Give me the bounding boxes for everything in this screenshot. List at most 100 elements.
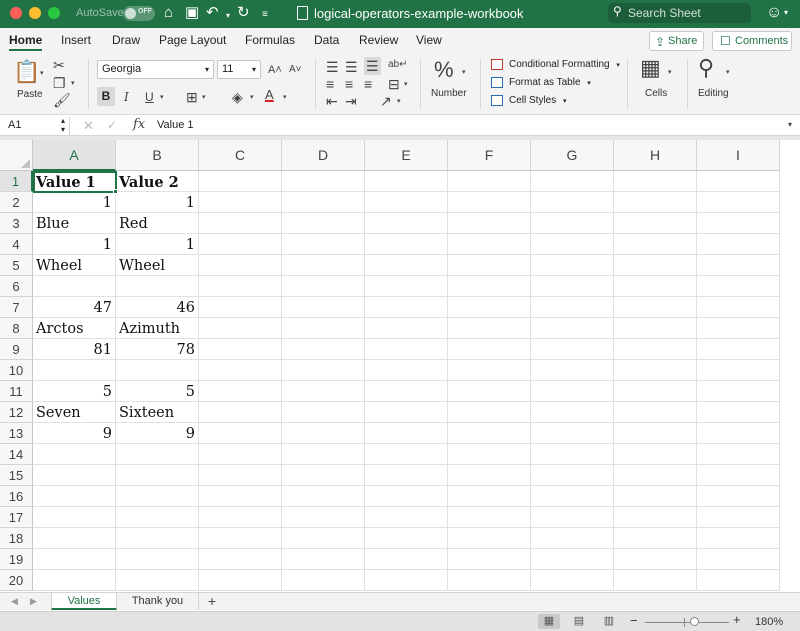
cells-icon[interactable]: ▦ bbox=[640, 56, 661, 80]
redo-icon[interactable]: ↻ bbox=[237, 4, 250, 22]
cell-a12[interactable]: Seven bbox=[33, 402, 116, 423]
cell-i3[interactable] bbox=[697, 213, 780, 234]
sheet-tab-values[interactable]: Values bbox=[51, 593, 117, 610]
align-top-icon[interactable]: ☰ bbox=[326, 59, 339, 75]
cell-b7[interactable]: 46 bbox=[116, 297, 199, 318]
close-window-button[interactable] bbox=[10, 7, 22, 19]
row-header-8[interactable]: 8 bbox=[0, 318, 33, 339]
cell-i8[interactable] bbox=[697, 318, 780, 339]
cell-d1[interactable] bbox=[282, 171, 365, 192]
cell-e9[interactable] bbox=[365, 339, 448, 360]
cell-e19[interactable] bbox=[365, 549, 448, 570]
cell-g16[interactable] bbox=[531, 486, 614, 507]
page-break-view-icon[interactable]: ▥ bbox=[598, 614, 620, 629]
cell-g19[interactable] bbox=[531, 549, 614, 570]
fill-color-icon[interactable]: ◈ bbox=[232, 89, 243, 105]
cell-f2[interactable] bbox=[448, 192, 531, 213]
cell-f3[interactable] bbox=[448, 213, 531, 234]
row-header-3[interactable]: 3 bbox=[0, 213, 33, 234]
row-header-12[interactable]: 12 bbox=[0, 402, 33, 423]
column-header-e[interactable]: E bbox=[365, 140, 448, 171]
cell-a4[interactable]: 1 bbox=[33, 234, 116, 255]
find-magnifier-icon[interactable]: ⚲ bbox=[698, 56, 714, 80]
cell-b6[interactable] bbox=[116, 276, 199, 297]
feedback-smiley-icon[interactable]: ☺ bbox=[766, 4, 782, 22]
fill-handle[interactable] bbox=[113, 189, 118, 194]
cell-d12[interactable] bbox=[282, 402, 365, 423]
save-icon[interactable]: ▣ bbox=[185, 4, 199, 22]
cell-c5[interactable] bbox=[199, 255, 282, 276]
cancel-entry-icon[interactable]: ✕ bbox=[83, 118, 94, 134]
cell-b19[interactable] bbox=[116, 549, 199, 570]
tab-formulas[interactable]: Formulas bbox=[245, 33, 295, 47]
row-header-11[interactable]: 11 bbox=[0, 381, 33, 402]
row-header-13[interactable]: 13 bbox=[0, 423, 33, 444]
cell-b14[interactable] bbox=[116, 444, 199, 465]
cell-e18[interactable] bbox=[365, 528, 448, 549]
home-icon[interactable]: ⌂ bbox=[164, 4, 173, 22]
column-header-c[interactable]: C bbox=[199, 140, 282, 171]
comments-button[interactable]: ☐ Comments bbox=[712, 31, 792, 51]
cell-d4[interactable] bbox=[282, 234, 365, 255]
increase-indent-icon[interactable]: ⇥ bbox=[345, 93, 357, 109]
cell-g6[interactable] bbox=[531, 276, 614, 297]
cell-b9[interactable]: 78 bbox=[116, 339, 199, 360]
cell-f7[interactable] bbox=[448, 297, 531, 318]
page-layout-view-icon[interactable]: ▤ bbox=[568, 614, 590, 629]
tab-data[interactable]: Data bbox=[314, 33, 339, 47]
cell-f4[interactable] bbox=[448, 234, 531, 255]
cell-c19[interactable] bbox=[199, 549, 282, 570]
cell-b18[interactable] bbox=[116, 528, 199, 549]
font-size-select[interactable]: 11 ▾ bbox=[217, 60, 261, 79]
fill-color-caret-icon[interactable]: ▾ bbox=[250, 93, 254, 101]
percent-icon[interactable]: % bbox=[434, 58, 454, 82]
cell-h16[interactable] bbox=[614, 486, 697, 507]
cell-e12[interactable] bbox=[365, 402, 448, 423]
cell-d10[interactable] bbox=[282, 360, 365, 381]
search-sheet-box[interactable]: ⚲ bbox=[608, 3, 751, 23]
cell-d18[interactable] bbox=[282, 528, 365, 549]
merge-caret-icon[interactable]: ▾ bbox=[404, 80, 408, 88]
cell-e10[interactable] bbox=[365, 360, 448, 381]
row-header-10[interactable]: 10 bbox=[0, 360, 33, 381]
cell-c8[interactable] bbox=[199, 318, 282, 339]
cell-f18[interactable] bbox=[448, 528, 531, 549]
cell-a10[interactable] bbox=[33, 360, 116, 381]
cell-i1[interactable] bbox=[697, 171, 780, 192]
row-header-16[interactable]: 16 bbox=[0, 486, 33, 507]
cell-h18[interactable] bbox=[614, 528, 697, 549]
cell-d8[interactable] bbox=[282, 318, 365, 339]
cell-d5[interactable] bbox=[282, 255, 365, 276]
cell-d17[interactable] bbox=[282, 507, 365, 528]
cell-c13[interactable] bbox=[199, 423, 282, 444]
cell-e4[interactable] bbox=[365, 234, 448, 255]
cell-g2[interactable] bbox=[531, 192, 614, 213]
cell-h10[interactable] bbox=[614, 360, 697, 381]
bold-button[interactable]: B bbox=[97, 87, 115, 106]
cell-a11[interactable]: 5 bbox=[33, 381, 116, 402]
cell-b10[interactable] bbox=[116, 360, 199, 381]
cell-g18[interactable] bbox=[531, 528, 614, 549]
cell-b13[interactable]: 9 bbox=[116, 423, 199, 444]
cell-h9[interactable] bbox=[614, 339, 697, 360]
cell-f16[interactable] bbox=[448, 486, 531, 507]
cell-h7[interactable] bbox=[614, 297, 697, 318]
cell-h4[interactable] bbox=[614, 234, 697, 255]
cell-b15[interactable] bbox=[116, 465, 199, 486]
copy-icon[interactable]: ❐ bbox=[53, 75, 66, 91]
cell-e5[interactable] bbox=[365, 255, 448, 276]
cell-i19[interactable] bbox=[697, 549, 780, 570]
cell-i4[interactable] bbox=[697, 234, 780, 255]
minimize-window-button[interactable] bbox=[29, 7, 41, 19]
cell-b1[interactable]: Value 2 bbox=[116, 171, 199, 192]
row-header-5[interactable]: 5 bbox=[0, 255, 33, 276]
cell-h3[interactable] bbox=[614, 213, 697, 234]
cell-i13[interactable] bbox=[697, 423, 780, 444]
cell-g14[interactable] bbox=[531, 444, 614, 465]
cell-h15[interactable] bbox=[614, 465, 697, 486]
underline-button[interactable]: U bbox=[145, 89, 154, 105]
row-header-18[interactable]: 18 bbox=[0, 528, 33, 549]
cell-g4[interactable] bbox=[531, 234, 614, 255]
cell-c18[interactable] bbox=[199, 528, 282, 549]
cell-f15[interactable] bbox=[448, 465, 531, 486]
